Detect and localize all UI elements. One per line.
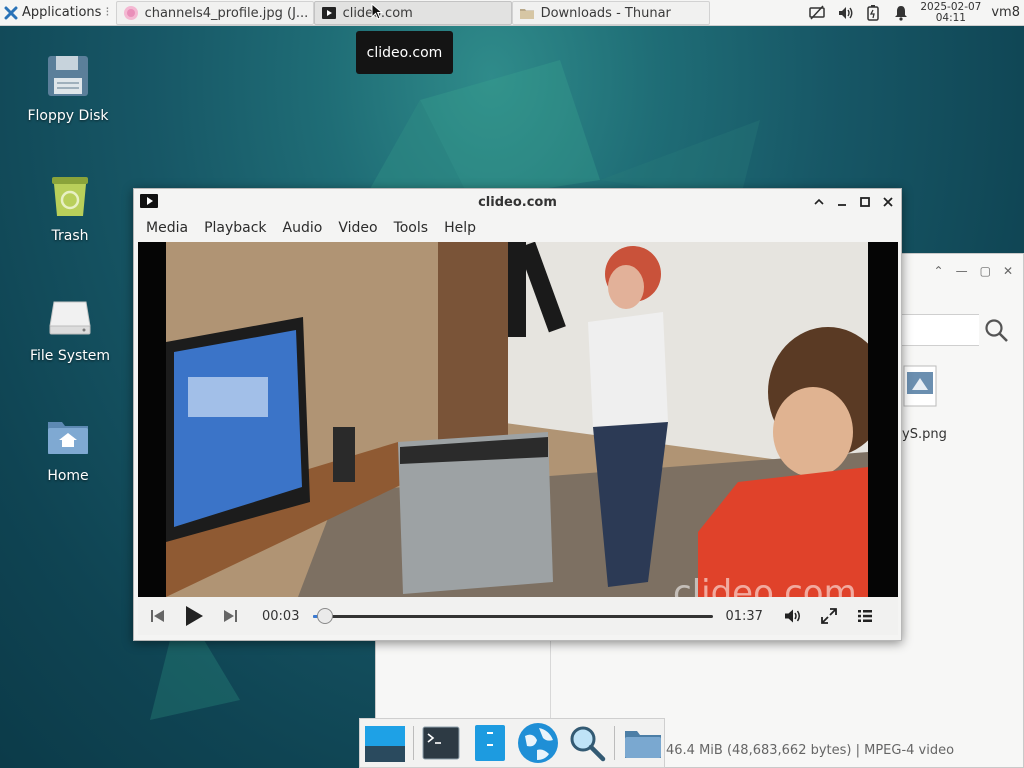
folder-icon bbox=[519, 9, 534, 19]
menu-handle-icon: ⁝ bbox=[105, 5, 110, 20]
window-titlebar[interactable]: clideo.com bbox=[134, 189, 901, 216]
play-icon bbox=[186, 606, 203, 626]
image-file-icon[interactable] bbox=[902, 364, 938, 410]
hostname-label: vm8 bbox=[991, 5, 1020, 20]
desktop-icon-label: Floppy Disk bbox=[27, 108, 109, 124]
applications-menu-button[interactable]: Applications ⁝ bbox=[0, 0, 116, 26]
shade-icon[interactable] bbox=[812, 192, 826, 212]
vlc-icon bbox=[321, 7, 336, 19]
desktop-icon-file-system[interactable]: File System bbox=[20, 292, 120, 364]
home-folder-icon bbox=[624, 731, 661, 758]
home-folder-icon bbox=[48, 422, 88, 454]
dock-show-desktop[interactable] bbox=[364, 721, 407, 765]
file-name-label: yS.png bbox=[902, 427, 947, 442]
search-icon[interactable] bbox=[984, 318, 1010, 344]
maximize-icon[interactable] bbox=[858, 192, 872, 212]
clock-time: 04:11 bbox=[935, 11, 966, 24]
menu-media[interactable]: Media bbox=[138, 220, 196, 236]
fullscreen-icon bbox=[821, 608, 837, 624]
battery-icon[interactable] bbox=[864, 4, 882, 22]
dock-separator bbox=[614, 726, 616, 760]
terminal-icon bbox=[422, 726, 460, 760]
vlc-icon bbox=[140, 194, 158, 208]
taskbar-tooltip: clideo.com bbox=[356, 31, 453, 74]
window-controls: ⌃ — ▢ ✕ bbox=[934, 264, 1013, 278]
minimize-icon[interactable]: — bbox=[956, 264, 968, 278]
fullscreen-button[interactable] bbox=[811, 597, 847, 635]
top-panel: Applications ⁝ channels4_profile.jpg (J.… bbox=[0, 0, 1024, 26]
drive-icon bbox=[49, 301, 91, 335]
skip-forward-icon bbox=[224, 610, 237, 622]
play-button[interactable] bbox=[176, 597, 212, 635]
taskbar-item-image-viewer[interactable]: channels4_profile.jpg (J... bbox=[115, 1, 314, 25]
xfce-logo-icon bbox=[4, 6, 18, 19]
web-browser-icon bbox=[518, 723, 559, 763]
mouse-cursor-icon bbox=[371, 3, 383, 20]
trash-icon bbox=[52, 177, 88, 216]
notifications-bell-icon[interactable] bbox=[892, 4, 910, 22]
menu-tools[interactable]: Tools bbox=[386, 220, 437, 236]
playback-controls: 00:03 01:37 bbox=[138, 597, 898, 635]
network-icon[interactable] bbox=[808, 4, 826, 22]
maximize-icon[interactable]: ▢ bbox=[980, 264, 991, 278]
total-duration: 01:37 bbox=[725, 608, 763, 624]
maximize-up-icon[interactable]: ⌃ bbox=[934, 264, 944, 278]
dock-app-finder[interactable] bbox=[566, 721, 609, 765]
dock-file-manager[interactable] bbox=[468, 721, 511, 765]
clock[interactable]: 2025-02-07 04:11 bbox=[920, 0, 982, 24]
status-bar-text: 46.4 MiB (48,683,662 bytes) | MPEG-4 vid… bbox=[666, 743, 955, 758]
playlist-icon bbox=[857, 610, 872, 622]
location-input[interactable] bbox=[891, 314, 979, 346]
taskbar-item-vlc[interactable]: clideo.com bbox=[313, 1, 512, 25]
desktop-icon-trash[interactable]: Trash bbox=[20, 172, 120, 244]
desktop-icon-floppy-disk[interactable]: Floppy Disk bbox=[18, 52, 118, 124]
window-controls bbox=[812, 192, 895, 212]
taskbar-item-label: channels4_profile.jpg (J... bbox=[144, 5, 309, 21]
seek-handle[interactable] bbox=[317, 608, 334, 624]
applications-label: Applications bbox=[22, 5, 102, 20]
menu-video[interactable]: Video bbox=[330, 220, 385, 236]
image-viewer-icon bbox=[123, 6, 138, 20]
close-icon[interactable]: ✕ bbox=[1003, 264, 1013, 278]
dock-home-folder[interactable] bbox=[621, 721, 664, 765]
taskbar-item-thunar[interactable]: Downloads - Thunar bbox=[511, 1, 710, 25]
volume-icon bbox=[784, 609, 800, 623]
video-frame-image: clideo.com bbox=[138, 242, 898, 597]
menu-bar: Media Playback Audio Video Tools Help bbox=[134, 216, 901, 240]
skip-back-icon bbox=[151, 610, 164, 622]
menu-playback[interactable]: Playback bbox=[196, 220, 274, 236]
next-button[interactable] bbox=[212, 597, 248, 635]
volume-button[interactable] bbox=[775, 597, 811, 635]
dock-panel bbox=[359, 718, 665, 768]
playlist-button[interactable] bbox=[847, 597, 883, 635]
desktop-icon-label: Home bbox=[47, 468, 89, 484]
file-manager-icon bbox=[474, 725, 505, 761]
show-desktop-icon bbox=[365, 726, 406, 762]
app-finder-icon bbox=[570, 726, 606, 762]
clock-date: 2025-02-07 bbox=[920, 0, 982, 13]
menu-help[interactable]: Help bbox=[436, 220, 484, 236]
desktop-icon-home[interactable]: Home bbox=[18, 412, 118, 484]
video-watermark: clideo.com bbox=[673, 573, 857, 597]
video-output[interactable]: clideo.com bbox=[138, 242, 898, 597]
elapsed-time: 00:03 bbox=[262, 608, 300, 624]
seek-track bbox=[313, 615, 714, 618]
dock-web-browser[interactable] bbox=[517, 721, 560, 765]
menu-audio[interactable]: Audio bbox=[275, 220, 331, 236]
previous-button[interactable] bbox=[140, 597, 176, 635]
desktop-icon-label: File System bbox=[29, 348, 111, 364]
dock-separator bbox=[412, 726, 414, 760]
floppy-icon bbox=[48, 56, 88, 96]
seek-slider[interactable] bbox=[313, 606, 714, 626]
system-tray: 2025-02-07 04:11 vm8 bbox=[808, 0, 1024, 26]
vlc-window[interactable]: clideo.com Media Playback Audio Video To… bbox=[133, 188, 902, 641]
minimize-icon[interactable] bbox=[835, 192, 849, 212]
desktop-icon-label: Trash bbox=[51, 228, 89, 244]
volume-icon[interactable] bbox=[836, 4, 854, 22]
taskbar-item-label: Downloads - Thunar bbox=[540, 5, 671, 21]
close-icon[interactable] bbox=[881, 192, 895, 212]
window-title: clideo.com bbox=[478, 195, 557, 210]
dock-terminal[interactable] bbox=[420, 721, 463, 765]
